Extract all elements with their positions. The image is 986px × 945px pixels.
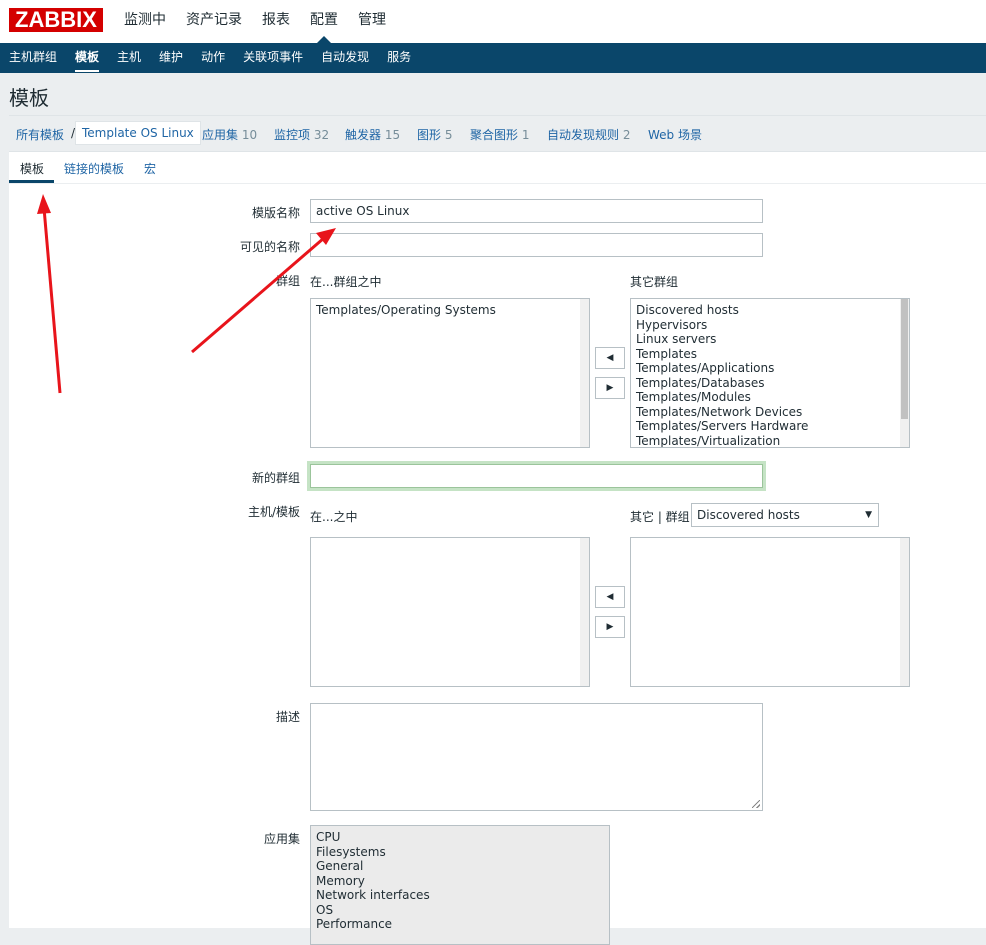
breadcrumb: 所有模板 / Template OS Linux 应用集 10 监控项 32 触… bbox=[9, 115, 986, 152]
resize-handle-icon[interactable] bbox=[752, 800, 760, 808]
menu-configuration[interactable]: 配置 bbox=[300, 0, 348, 43]
move-right-button[interactable]: ▶ bbox=[595, 377, 625, 399]
list-item: General bbox=[316, 859, 364, 873]
tab-macros[interactable]: 宏 bbox=[144, 160, 156, 177]
list-item[interactable]: Hypervisors bbox=[636, 318, 904, 333]
menu-inventory[interactable]: 资产记录 bbox=[176, 0, 252, 43]
other-hosts-list[interactable] bbox=[630, 537, 910, 687]
link-label: Web 场景 bbox=[648, 128, 702, 142]
breadcrumb-current-template[interactable]: Template OS Linux bbox=[75, 121, 201, 145]
breadcrumb-graphs[interactable]: 图形 5 bbox=[417, 126, 452, 143]
visible-name-label: 可见的名称 bbox=[239, 240, 300, 254]
list-item: OS bbox=[316, 902, 334, 917]
in-groups-label: 在...群组之中 bbox=[310, 275, 382, 289]
link-label: 自动发现规则 bbox=[547, 128, 620, 142]
submenu-templates[interactable]: 模板 bbox=[66, 43, 108, 73]
submenu-services[interactable]: 服务 bbox=[378, 43, 420, 73]
link-label: 触发器 bbox=[345, 128, 382, 142]
scrollbar[interactable] bbox=[580, 538, 589, 686]
template-name-label: 模版名称 bbox=[251, 206, 300, 220]
link-count: 5 bbox=[444, 128, 453, 142]
submenu-maintenance[interactable]: 维护 bbox=[150, 43, 192, 73]
in-hosts-list[interactable] bbox=[310, 537, 590, 687]
list-item[interactable]: Templates/Operating Systems bbox=[316, 303, 584, 318]
menu-monitoring[interactable]: 监测中 bbox=[114, 0, 176, 43]
move-left-button[interactable]: ◀ bbox=[595, 347, 625, 369]
breadcrumb-all-templates[interactable]: 所有模板 bbox=[16, 126, 64, 143]
visible-name-input[interactable] bbox=[310, 233, 763, 257]
breadcrumb-discovery-rules[interactable]: 自动发现规则 2 bbox=[547, 126, 630, 143]
move-right-button[interactable]: ▶ bbox=[595, 616, 625, 638]
link-label: 监控项 bbox=[274, 128, 311, 142]
applications-list: CPU Filesystems General Memory Network i… bbox=[310, 825, 610, 945]
new-group-input[interactable] bbox=[307, 461, 766, 491]
page-title: 模板 bbox=[9, 86, 49, 110]
zabbix-logo[interactable]: ZABBIX bbox=[9, 8, 103, 32]
breadcrumb-web-scenarios[interactable]: Web 场景 bbox=[648, 126, 702, 143]
list-item[interactable]: Templates/Servers Hardware bbox=[636, 419, 904, 434]
breadcrumb-triggers[interactable]: 触发器 15 bbox=[345, 126, 400, 143]
list-item[interactable]: Templates/Applications bbox=[636, 361, 904, 376]
list-item[interactable]: Linux servers bbox=[636, 332, 904, 347]
groups-label: 群组 bbox=[275, 274, 300, 288]
in-groups-list[interactable]: Templates/Operating Systems bbox=[310, 298, 590, 448]
applications-label: 应用集 bbox=[263, 832, 300, 846]
list-item: Network interfaces bbox=[316, 888, 430, 902]
link-label: 聚合图形 bbox=[470, 128, 519, 142]
link-count: 10 bbox=[241, 128, 258, 142]
other-groups-label: 其它群组 bbox=[630, 275, 679, 289]
hosts-templates-label: 主机/模板 bbox=[247, 505, 300, 519]
tab-bar: 模板 链接的模板 宏 bbox=[9, 152, 986, 184]
link-count: 15 bbox=[384, 128, 401, 142]
list-item[interactable]: Templates/Network Devices bbox=[636, 405, 904, 420]
list-item[interactable]: Templates/Modules bbox=[636, 390, 904, 405]
scrollbar[interactable] bbox=[580, 299, 589, 447]
top-bar: ZABBIX 监测中 资产记录 报表 配置 管理 bbox=[0, 0, 986, 43]
in-label: 在...之中 bbox=[310, 510, 358, 524]
list-item[interactable]: Templates/Virtualization bbox=[636, 434, 904, 448]
menu-administration[interactable]: 管理 bbox=[348, 0, 396, 43]
description-label: 描述 bbox=[275, 710, 300, 724]
other-group-filter-label: 其它 | 群组 bbox=[630, 510, 690, 524]
tab-template[interactable]: 模板 bbox=[20, 160, 44, 177]
sub-menu: 主机群组 模板 主机 维护 动作 关联项事件 自动发现 服务 bbox=[0, 43, 986, 73]
move-left-button[interactable]: ◀ bbox=[595, 586, 625, 608]
submenu-discovery[interactable]: 自动发现 bbox=[312, 43, 378, 73]
submenu-host-groups[interactable]: 主机群组 bbox=[0, 43, 66, 73]
list-item: Filesystems bbox=[316, 844, 386, 859]
link-label: 图形 bbox=[417, 128, 442, 142]
submenu-actions[interactable]: 动作 bbox=[192, 43, 234, 73]
breadcrumb-applications[interactable]: 应用集 10 bbox=[202, 126, 257, 143]
list-item[interactable]: Discovered hosts bbox=[636, 303, 904, 318]
scrollbar-thumb[interactable] bbox=[901, 299, 908, 419]
scrollbar[interactable] bbox=[900, 299, 909, 447]
list-item[interactable]: Templates/Databases bbox=[636, 376, 904, 391]
breadcrumb-screens[interactable]: 聚合图形 1 bbox=[470, 126, 529, 143]
tab-linked-templates[interactable]: 链接的模板 bbox=[64, 160, 124, 177]
link-count: 32 bbox=[313, 128, 330, 142]
list-item: Performance bbox=[316, 917, 393, 931]
template-name-input[interactable]: active OS Linux bbox=[310, 199, 763, 223]
list-item: CPU bbox=[316, 830, 341, 844]
scrollbar[interactable] bbox=[900, 538, 909, 686]
main-menu: 监测中 资产记录 报表 配置 管理 bbox=[114, 0, 396, 43]
selected-value: Discovered hosts bbox=[697, 508, 800, 522]
new-group-label: 新的群组 bbox=[251, 471, 300, 485]
submenu-correlation[interactable]: 关联项事件 bbox=[234, 43, 312, 73]
breadcrumb-items[interactable]: 监控项 32 bbox=[274, 126, 329, 143]
link-count: 2 bbox=[622, 128, 631, 142]
chevron-down-icon: ▼ bbox=[865, 510, 872, 520]
form-content: 模板 链接的模板 宏 模版名称 active OS Linux 可见的名称 群组… bbox=[9, 152, 986, 945]
description-textarea[interactable] bbox=[310, 703, 763, 811]
menu-reports[interactable]: 报表 bbox=[252, 0, 300, 43]
link-label: 应用集 bbox=[202, 128, 239, 142]
active-tab-indicator bbox=[9, 180, 54, 183]
other-groups-list[interactable]: Discovered hosts Hypervisors Linux serve… bbox=[630, 298, 910, 448]
list-item: Memory bbox=[316, 873, 365, 888]
submenu-hosts[interactable]: 主机 bbox=[108, 43, 150, 73]
list-item[interactable]: Templates bbox=[636, 347, 904, 362]
link-count: 1 bbox=[521, 128, 530, 142]
group-filter-select[interactable]: Discovered hosts ▼ bbox=[691, 503, 879, 527]
